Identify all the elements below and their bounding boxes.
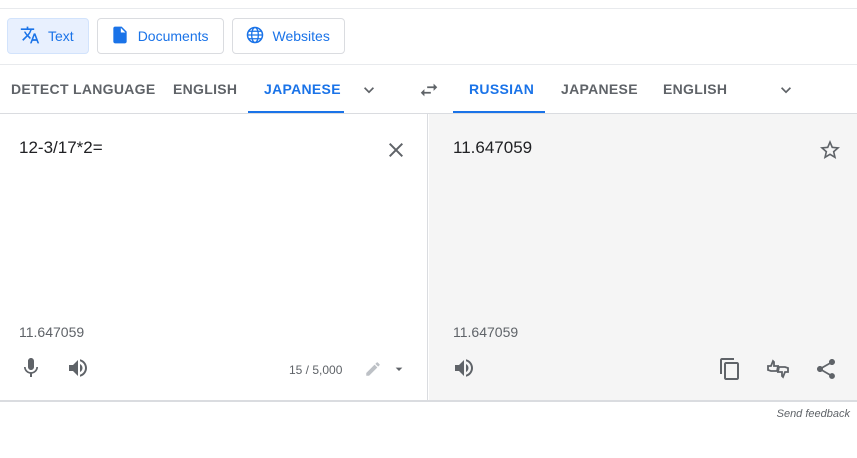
globe-icon	[245, 25, 265, 48]
translated-text: 11.647059	[453, 138, 533, 157]
source-panel: 12-3/17*2= 11.647059 15 / 5,000	[0, 114, 428, 401]
swap-languages-icon[interactable]	[418, 79, 440, 101]
dropdown-arrow-icon[interactable]	[391, 361, 407, 377]
panel-bottom-divider	[0, 400, 857, 402]
top-divider	[0, 8, 857, 9]
send-feedback-link[interactable]: Send feedback	[777, 408, 850, 420]
rate-translation-icon[interactable]	[766, 357, 790, 381]
chevron-down-icon[interactable]	[359, 80, 379, 100]
mode-websites-button[interactable]: Websites	[231, 18, 345, 54]
chevron-down-icon[interactable]	[776, 80, 796, 100]
document-icon	[110, 25, 130, 48]
character-count: 15 / 5,000	[289, 363, 343, 377]
mode-documents-label: Documents	[137, 28, 209, 44]
mode-websites-label: Websites	[272, 28, 330, 44]
mode-text-label: Text	[48, 28, 74, 44]
language-bar: DETECT LANGUAGE ENGLISH JAPANESE RUSSIAN…	[0, 64, 857, 114]
translate-icon	[20, 25, 40, 48]
star-icon[interactable]	[818, 138, 842, 162]
clear-icon[interactable]	[384, 138, 408, 162]
target-panel: 11.647059 11.647059	[429, 114, 857, 401]
source-lang-english[interactable]: ENGLISH	[173, 65, 237, 114]
target-transliteration: 11.647059	[453, 324, 519, 340]
target-lang-english[interactable]: ENGLISH	[663, 65, 727, 114]
mode-text-button[interactable]: Text	[7, 18, 89, 54]
speaker-icon[interactable]	[66, 356, 90, 380]
copy-icon[interactable]	[718, 357, 742, 381]
mode-selector: Text Documents Websites	[7, 18, 345, 54]
source-text-input[interactable]: 12-3/17*2=	[19, 138, 103, 158]
source-lang-japanese[interactable]: JAPANESE	[264, 65, 341, 114]
target-lang-russian[interactable]: RUSSIAN	[469, 65, 534, 114]
source-transliteration: 11.647059	[19, 324, 85, 340]
pencil-icon[interactable]	[364, 360, 382, 378]
source-lang-detect[interactable]: DETECT LANGUAGE	[11, 65, 156, 114]
speaker-icon[interactable]	[452, 356, 476, 380]
target-lang-japanese[interactable]: JAPANESE	[561, 65, 638, 114]
target-lang-underline	[453, 111, 545, 113]
share-icon[interactable]	[814, 357, 838, 381]
source-lang-underline	[248, 111, 344, 113]
mode-documents-button[interactable]: Documents	[96, 18, 224, 54]
microphone-icon[interactable]	[19, 356, 43, 380]
